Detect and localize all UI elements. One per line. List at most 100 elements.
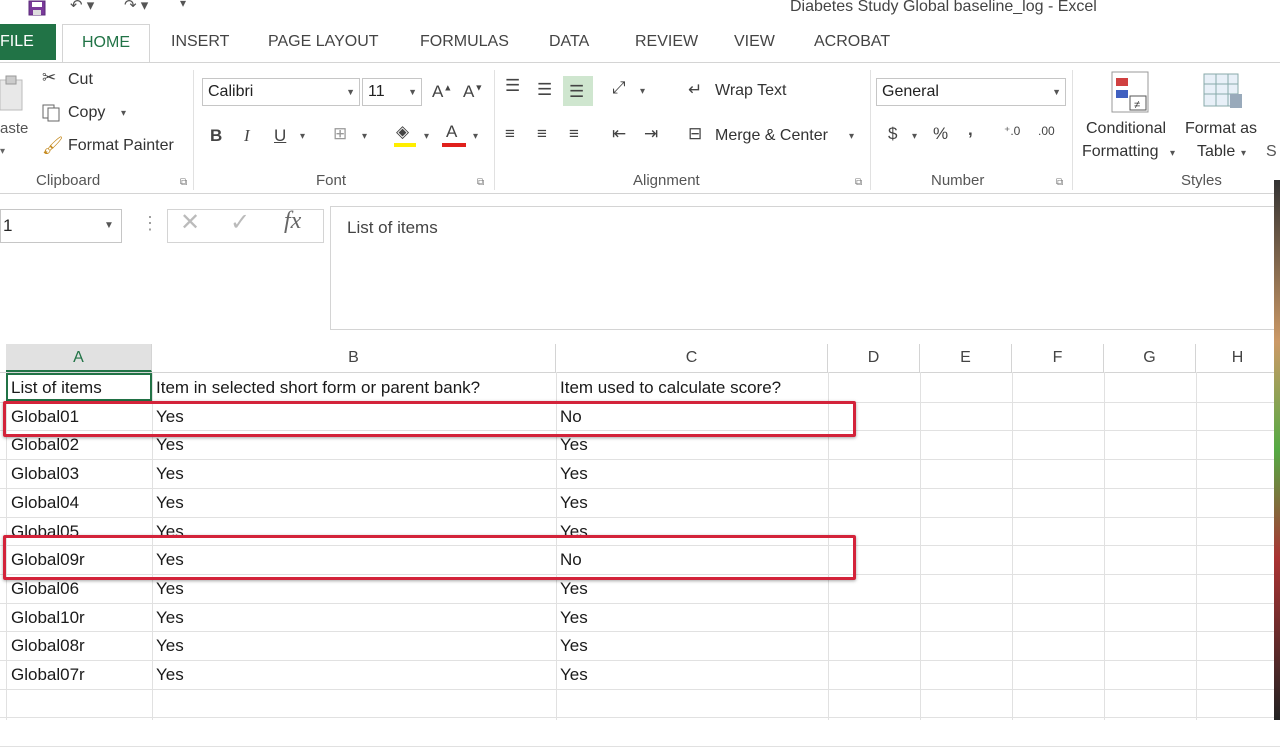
percent-button[interactable]: % bbox=[933, 124, 948, 144]
fill-color-icon[interactable]: ◈ bbox=[396, 122, 409, 142]
fill-color-dropdown-icon[interactable]: ▾ bbox=[424, 131, 429, 142]
underline-button[interactable]: U bbox=[274, 126, 286, 146]
chevron-down-icon[interactable]: ▼ bbox=[408, 79, 417, 105]
cell-c10[interactable]: Yes bbox=[560, 631, 826, 660]
borders-dropdown-icon[interactable]: ▾ bbox=[362, 131, 367, 142]
cell-b9[interactable]: Yes bbox=[156, 603, 554, 632]
chevron-down-icon[interactable]: ▼ bbox=[1052, 79, 1061, 105]
merge-dropdown-icon[interactable]: ▾ bbox=[849, 131, 854, 142]
currency-button[interactable]: $ bbox=[888, 124, 897, 144]
save-icon[interactable] bbox=[28, 0, 48, 20]
cell-c4[interactable]: Yes bbox=[560, 459, 826, 488]
column-header-d[interactable]: D bbox=[828, 344, 920, 372]
tab-review[interactable]: REVIEW bbox=[635, 33, 698, 51]
orientation-dropdown-icon[interactable]: ▾ bbox=[640, 86, 645, 97]
underline-dropdown-icon[interactable]: ▾ bbox=[300, 131, 305, 142]
decrease-decimal-icon[interactable]: .00 bbox=[1038, 124, 1055, 138]
format-as-table-label-2[interactable]: Table bbox=[1197, 143, 1235, 161]
paste-label[interactable]: aste bbox=[0, 120, 28, 137]
format-table-dropdown-icon[interactable]: ▾ bbox=[1241, 148, 1246, 159]
format-painter-button[interactable]: Format Painter bbox=[68, 137, 174, 155]
font-launcher-icon[interactable]: ⧉ bbox=[477, 177, 484, 188]
conditional-formatting-icon[interactable]: ≠ bbox=[1110, 70, 1152, 119]
cut-icon[interactable]: ✂ bbox=[42, 68, 56, 88]
tab-formulas[interactable]: FORMULAS bbox=[420, 33, 509, 51]
format-as-table-icon[interactable] bbox=[1202, 70, 1246, 119]
paste-icon[interactable] bbox=[0, 74, 30, 119]
merge-center-button[interactable]: Merge & Center bbox=[715, 127, 828, 145]
align-left-icon[interactable]: ≡ bbox=[505, 124, 515, 144]
cancel-icon[interactable]: ✕ bbox=[180, 208, 200, 237]
align-bottom-icon[interactable]: ☰ bbox=[569, 82, 584, 102]
increase-decimal-icon[interactable]: ⁺.0 bbox=[1004, 124, 1020, 138]
column-header-c[interactable]: C bbox=[556, 344, 828, 372]
format-as-table-label-1[interactable]: Format as bbox=[1185, 120, 1257, 138]
name-box[interactable]: 1 ▼ bbox=[0, 209, 122, 243]
formula-input[interactable]: List of items bbox=[330, 206, 1280, 330]
format-painter-icon[interactable]: 🖌 bbox=[42, 136, 64, 156]
copy-icon[interactable] bbox=[42, 104, 62, 127]
cell-b5[interactable]: Yes bbox=[156, 488, 554, 517]
tab-file[interactable]: FILE bbox=[0, 24, 56, 60]
decrease-indent-icon[interactable]: ⇤ bbox=[612, 124, 626, 144]
cut-button[interactable]: Cut bbox=[68, 71, 93, 89]
copy-button[interactable]: Copy bbox=[68, 104, 105, 122]
cell-styles-partial[interactable]: S bbox=[1266, 143, 1277, 161]
tab-view[interactable]: VIEW bbox=[734, 33, 775, 51]
cell-a11[interactable]: Global07r bbox=[11, 660, 151, 689]
align-top-icon[interactable]: ☰ bbox=[505, 76, 520, 96]
chevron-down-icon[interactable]: ▼ bbox=[346, 79, 355, 105]
cell-c1[interactable]: Item used to calculate score? bbox=[560, 373, 826, 402]
enter-icon[interactable]: ✓ bbox=[230, 208, 250, 237]
column-header-g[interactable]: G bbox=[1104, 344, 1196, 372]
column-header-b[interactable]: B bbox=[152, 344, 556, 372]
increase-font-icon[interactable]: A▲ bbox=[432, 82, 452, 102]
number-launcher-icon[interactable]: ⧉ bbox=[1056, 177, 1063, 188]
alignment-launcher-icon[interactable]: ⧉ bbox=[855, 177, 862, 188]
wrap-text-icon[interactable]: ↵ bbox=[688, 80, 702, 100]
column-header-a[interactable]: A bbox=[6, 344, 152, 372]
column-header-f[interactable]: F bbox=[1012, 344, 1104, 372]
tab-page-layout[interactable]: PAGE LAYOUT bbox=[268, 33, 379, 51]
customize-qat-icon[interactable]: ▾ bbox=[180, 0, 186, 10]
borders-icon[interactable]: ⊞ bbox=[333, 124, 347, 144]
cell-c5[interactable]: Yes bbox=[560, 488, 826, 517]
merge-center-icon[interactable]: ⊟ bbox=[688, 124, 702, 144]
redo-icon[interactable]: ↷ ▾ bbox=[124, 0, 148, 14]
column-header-h[interactable]: H bbox=[1196, 344, 1280, 372]
conditional-dropdown-icon[interactable]: ▾ bbox=[1170, 148, 1175, 159]
cell-a10[interactable]: Global08r bbox=[11, 631, 151, 660]
cell-b4[interactable]: Yes bbox=[156, 459, 554, 488]
cell-c11[interactable]: Yes bbox=[560, 660, 826, 689]
chevron-down-icon[interactable]: ▼ bbox=[104, 210, 114, 242]
insert-function-icon[interactable]: fx bbox=[284, 208, 301, 235]
cell-c9[interactable]: Yes bbox=[560, 603, 826, 632]
align-middle-icon[interactable]: ☰ bbox=[537, 80, 552, 100]
number-format-combo[interactable]: General ▼ bbox=[876, 78, 1066, 106]
tab-data[interactable]: DATA bbox=[549, 33, 589, 51]
cell-a5[interactable]: Global04 bbox=[11, 488, 151, 517]
currency-dropdown-icon[interactable]: ▾ bbox=[912, 131, 917, 142]
undo-icon[interactable]: ↶ ▾ bbox=[70, 0, 94, 14]
column-header-e[interactable]: E bbox=[920, 344, 1012, 372]
conditional-formatting-label-2[interactable]: Formatting bbox=[1082, 143, 1158, 161]
comma-button[interactable]: , bbox=[968, 120, 973, 140]
clipboard-launcher-icon[interactable]: ⧉ bbox=[180, 177, 187, 188]
paste-dropdown-icon[interactable]: ▾ bbox=[0, 146, 5, 157]
conditional-formatting-label-1[interactable]: Conditional bbox=[1086, 120, 1166, 138]
bold-button[interactable]: B bbox=[210, 126, 222, 146]
cell-b10[interactable]: Yes bbox=[156, 631, 554, 660]
tab-acrobat[interactable]: ACROBAT bbox=[814, 33, 890, 51]
font-size-combo[interactable]: 11 ▼ bbox=[362, 78, 422, 106]
cell-b11[interactable]: Yes bbox=[156, 660, 554, 689]
cell-a4[interactable]: Global03 bbox=[11, 459, 151, 488]
cell-b1[interactable]: Item in selected short form or parent ba… bbox=[156, 373, 554, 402]
align-right-icon[interactable]: ≡ bbox=[569, 124, 579, 144]
copy-dropdown-icon[interactable]: ▾ bbox=[121, 108, 126, 119]
font-color-dropdown-icon[interactable]: ▾ bbox=[473, 131, 478, 142]
font-color-icon[interactable]: A bbox=[446, 122, 457, 142]
decrease-font-icon[interactable]: A▼ bbox=[463, 82, 483, 102]
cell-a9[interactable]: Global10r bbox=[11, 603, 151, 632]
tab-insert[interactable]: INSERT bbox=[171, 33, 229, 51]
font-name-combo[interactable]: Calibri ▼ bbox=[202, 78, 360, 106]
